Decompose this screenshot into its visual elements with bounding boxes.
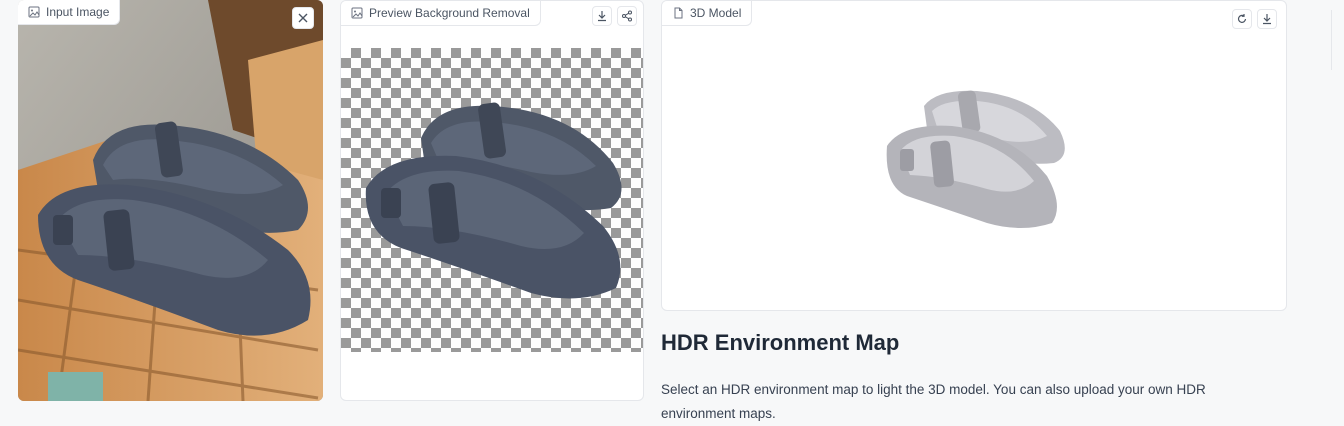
file-icon [674, 7, 683, 19]
preview-photo [365, 102, 622, 299]
image-icon [28, 6, 40, 18]
3d-model-panel[interactable]: 3D Model [661, 0, 1287, 311]
download-model-button[interactable] [1257, 9, 1277, 29]
3d-model-viewer[interactable] [662, 1, 1287, 311]
close-icon [298, 13, 308, 23]
image-icon [351, 7, 363, 19]
download-icon [1263, 14, 1271, 25]
download-icon [598, 11, 606, 22]
preview-label: Preview Background Removal [341, 1, 541, 26]
3d-model-label: 3D Model [662, 1, 753, 26]
page-scrollbar[interactable] [1331, 10, 1332, 70]
hdr-section-title: HDR Environment Map [661, 330, 900, 355]
input-image-label: Input Image [18, 0, 121, 25]
input-photo [18, 0, 323, 401]
input-image-label-text: Input Image [46, 5, 110, 19]
preview-label-text: Preview Background Removal [369, 6, 530, 20]
download-preview-button[interactable] [592, 6, 612, 26]
share-icon [622, 10, 632, 22]
3d-model-label-text: 3D Model [690, 6, 742, 20]
input-image-panel[interactable]: Input Image [18, 0, 323, 401]
reset-view-button[interactable] [1232, 9, 1252, 29]
share-preview-button[interactable] [617, 6, 637, 26]
preview-background-removal-panel: Preview Background Removal [340, 0, 644, 401]
reset-icon [1237, 14, 1247, 23]
clear-image-button[interactable] [292, 7, 314, 29]
hdr-section-description: Select an HDR environment map to light t… [661, 382, 1206, 421]
